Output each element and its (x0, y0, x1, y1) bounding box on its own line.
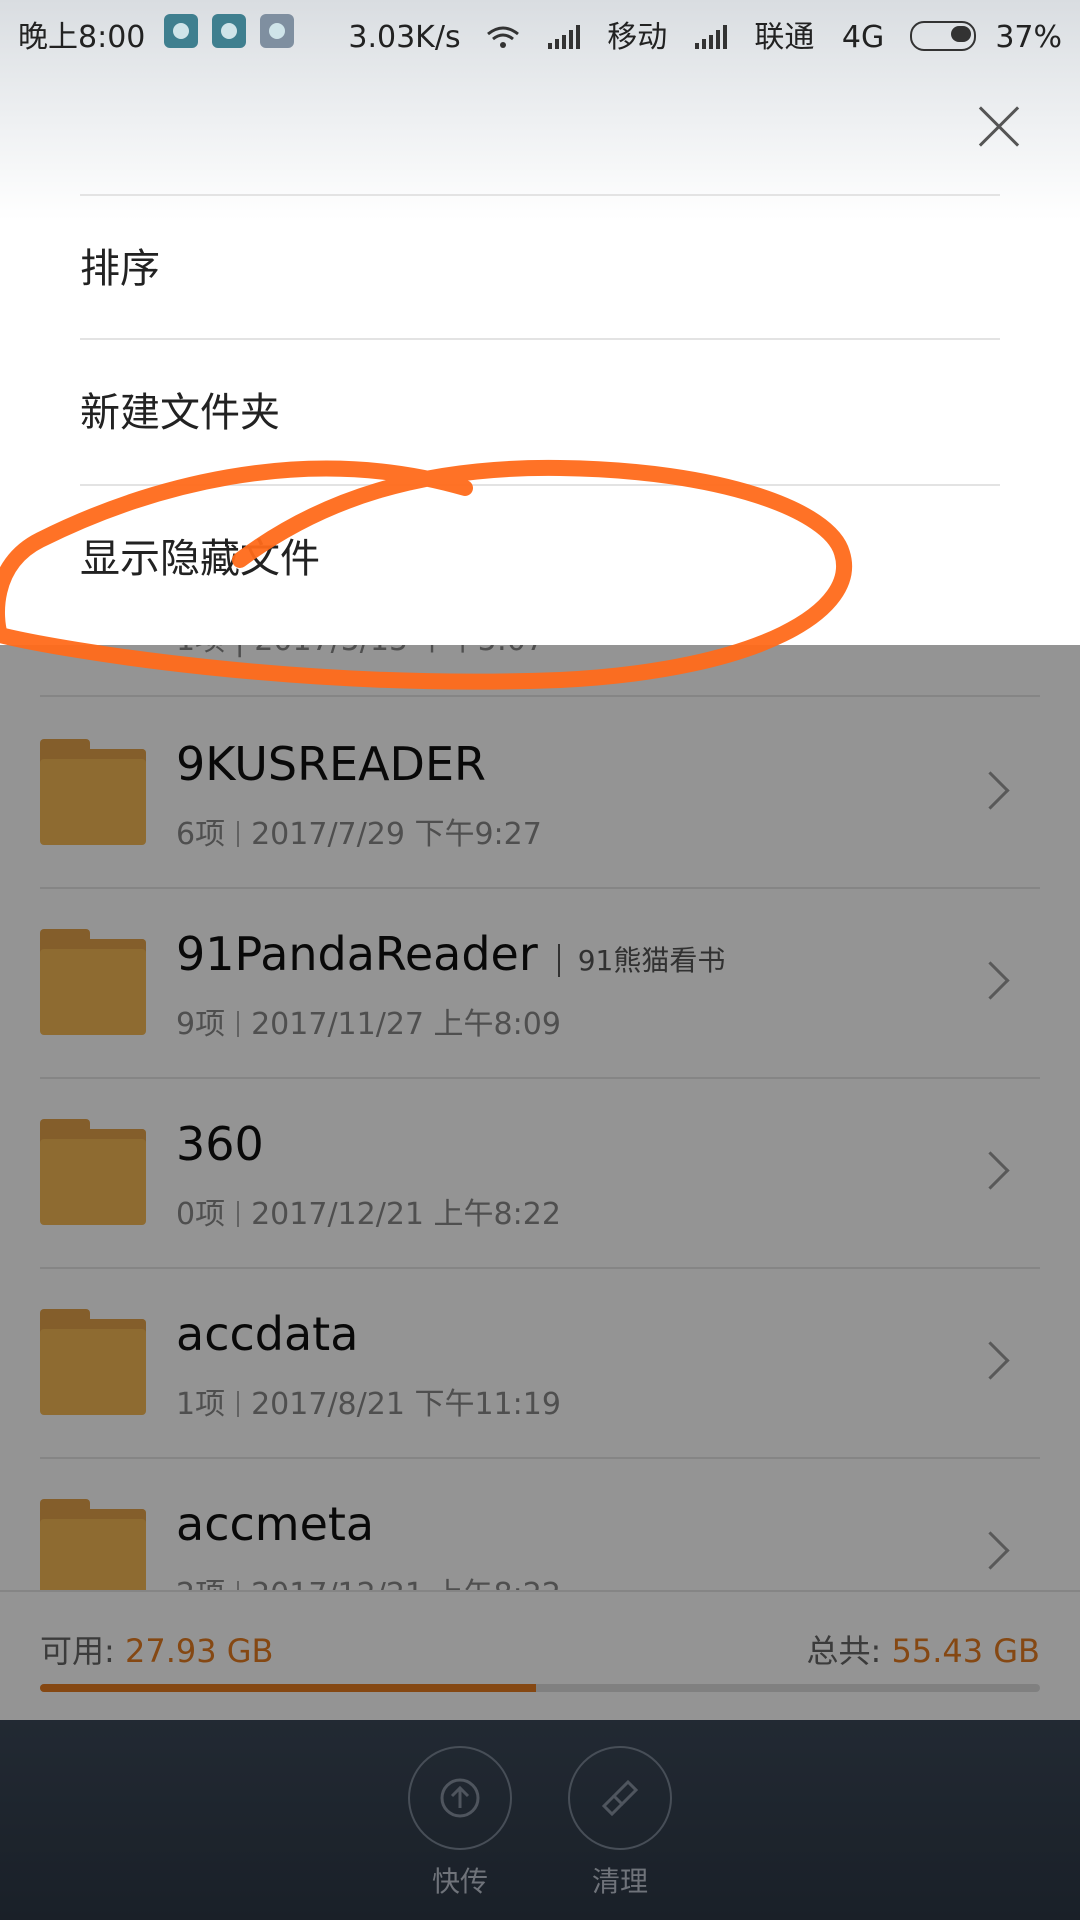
battery-level: 37% (995, 20, 1062, 55)
menu-divider (80, 338, 1000, 340)
screen: 1项 | 2017/5/15 下午5:07 9KUSREADER 6项2017/… (0, 0, 1080, 1920)
carrier-2: 联通 (754, 20, 815, 55)
battery-icon (909, 21, 976, 51)
status-time: 晚上8:00 (18, 20, 146, 55)
signal-icon (547, 25, 580, 49)
signal-icon (694, 25, 727, 49)
carrier-1: 移动 (607, 20, 668, 55)
status-bar: 晚上8:00 3.03K/s 移动 联通 4G 37% (0, 0, 1080, 62)
menu-item-sort[interactable]: 排序 (80, 210, 1000, 328)
network-speed: 3.03K/s (348, 20, 461, 55)
network-type: 4G (841, 20, 885, 55)
wifi-icon (487, 26, 520, 48)
menu-divider (80, 194, 1000, 196)
status-right: 3.03K/s 移动 联通 4G 37% (348, 12, 1062, 56)
close-icon[interactable] (976, 104, 1022, 150)
highlight-annotation (0, 459, 852, 690)
storage-notification-icon (260, 14, 294, 48)
weibo-notification-icon (164, 14, 198, 48)
weibo-notification-icon (212, 14, 246, 48)
